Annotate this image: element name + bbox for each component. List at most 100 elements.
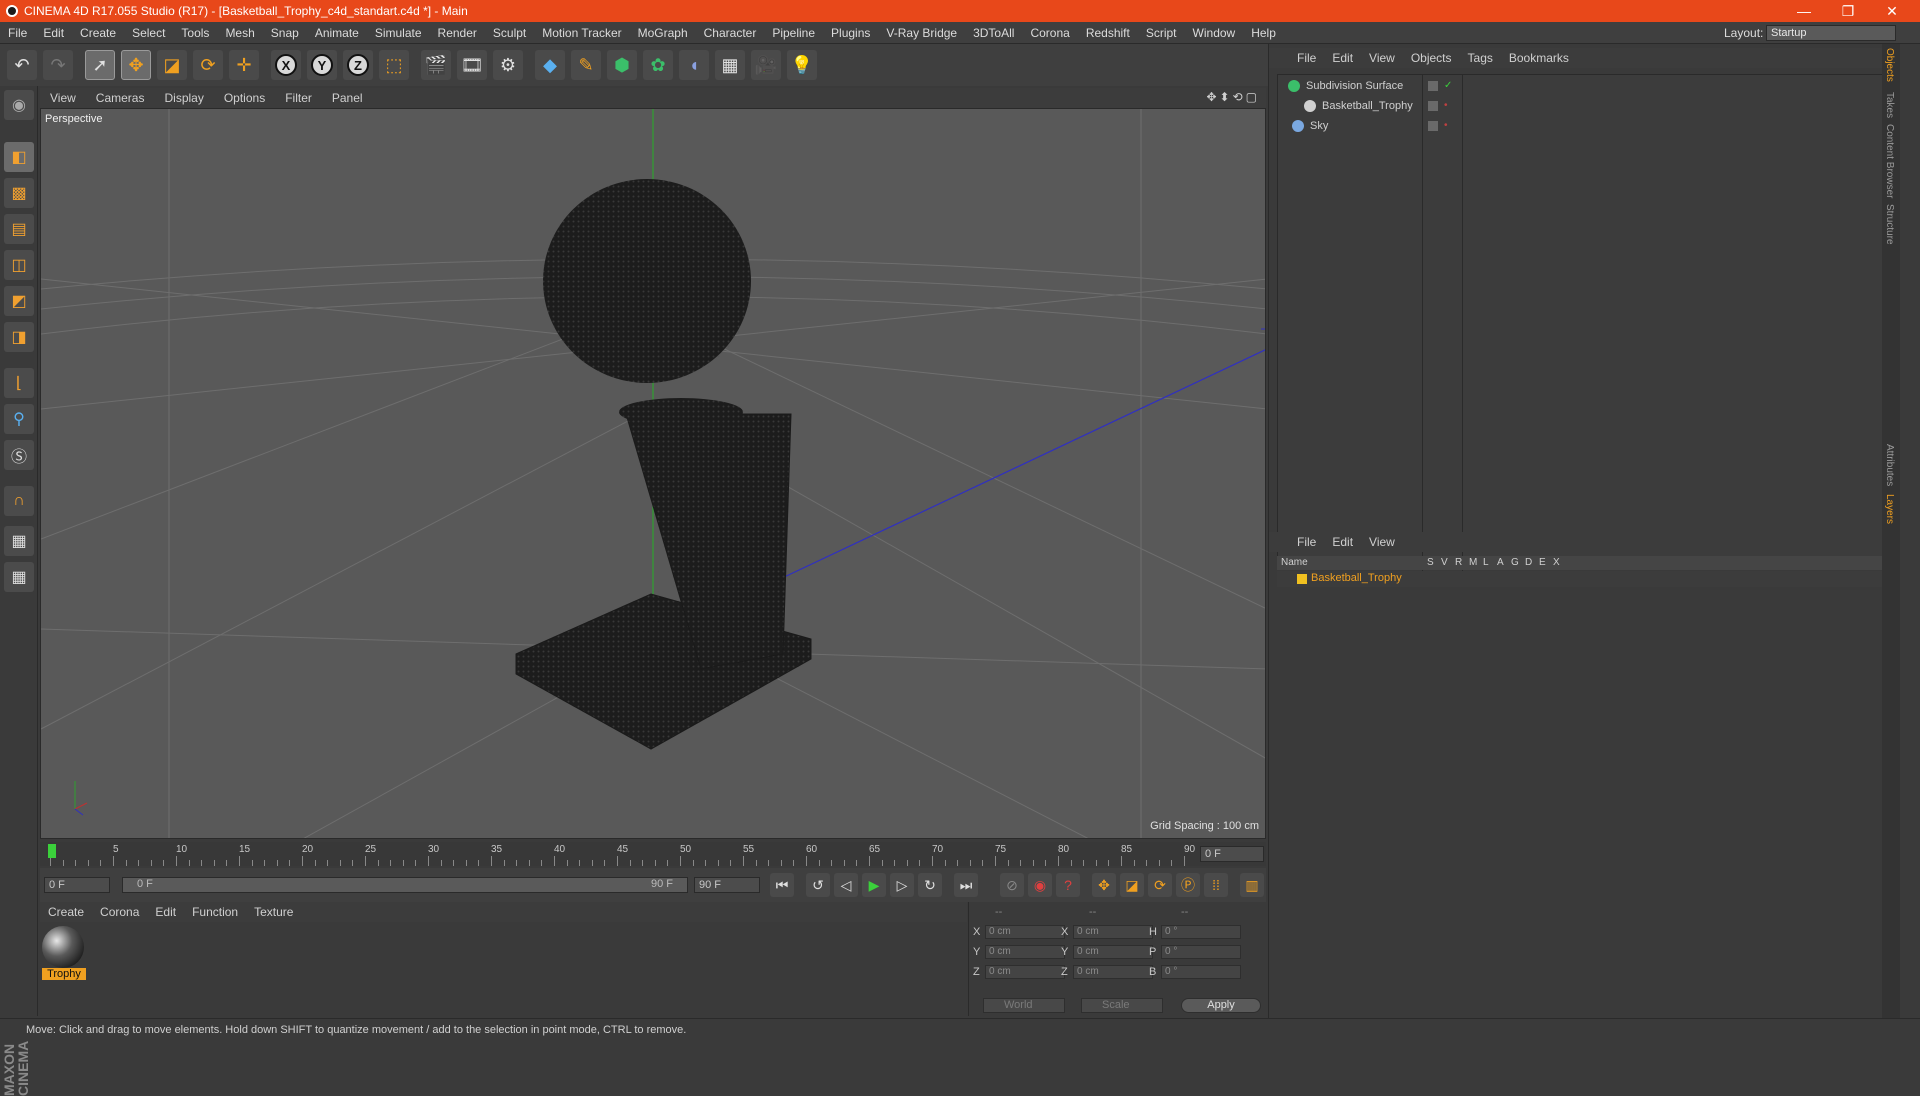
layer-visibility-icon[interactable] (1428, 121, 1438, 131)
menu-render[interactable]: Render (430, 22, 485, 44)
close-icon[interactable]: ✕ (1872, 0, 1912, 22)
viewport-menu-view[interactable]: View (40, 91, 86, 105)
coordinate-system-button[interactable]: ⬚ (379, 50, 409, 80)
layer-row[interactable]: Basketball_Trophy (1277, 571, 1885, 587)
menu-snap[interactable]: Snap (263, 22, 307, 44)
start-frame-field[interactable]: 0 F (44, 877, 110, 893)
coord-value-field[interactable]: 0 cm (985, 965, 1065, 979)
current-frame-field[interactable]: 0 F (1200, 846, 1264, 862)
object-row[interactable]: Subdivision Surface ✓ (1278, 77, 1884, 95)
menu-mesh[interactable]: Mesh (217, 22, 262, 44)
viewport-menu-options[interactable]: Options (214, 91, 275, 105)
menu-mograph[interactable]: MoGraph (630, 22, 696, 44)
keyframe-selection-button[interactable]: ? (1056, 873, 1080, 897)
side-tab-attributes[interactable]: Attributes (1884, 444, 1895, 486)
workplane-rotate-button[interactable]: ▦ (4, 562, 34, 592)
side-tab-structure[interactable]: Structure (1884, 204, 1895, 245)
layer-column-e[interactable]: E (1539, 557, 1546, 568)
coordinate-mode-dropdown[interactable]: World (983, 998, 1065, 1013)
layer-column-s[interactable]: S (1427, 557, 1434, 568)
next-key-button[interactable]: ↻ (918, 873, 942, 897)
record-active-objects-button[interactable]: ⊘ (1000, 873, 1024, 897)
coord-value-field[interactable]: 0 ° (1161, 925, 1241, 939)
menu-simulate[interactable]: Simulate (367, 22, 430, 44)
viewport-menu-cameras[interactable]: Cameras (86, 91, 155, 105)
material-menu-texture[interactable]: Texture (246, 905, 301, 919)
last-tool-button[interactable]: ✛ (229, 50, 259, 80)
tweak-mode-button[interactable]: ⚲ (4, 404, 34, 434)
viewport-menu-filter[interactable]: Filter (275, 91, 322, 105)
object-row[interactable]: Basketball_Trophy • (1278, 97, 1884, 115)
edges-mode-button[interactable]: ◩ (4, 286, 34, 316)
material-menu-corona[interactable]: Corona (92, 905, 147, 919)
y-axis-lock-button[interactable]: Y (307, 50, 337, 80)
viewport-menu-display[interactable]: Display (154, 91, 213, 105)
timeline-ruler[interactable]: 051015202530354045505560657075808590 0 F (40, 842, 1266, 866)
size-mode-dropdown[interactable]: Scale (1081, 998, 1163, 1013)
side-tab-layers[interactable]: Layers (1884, 494, 1895, 524)
key-rotation-button[interactable]: ⟳ (1148, 873, 1172, 897)
menu-v-ray-bridge[interactable]: V-Ray Bridge (878, 22, 965, 44)
material-thumbnail[interactable]: Trophy (42, 926, 86, 980)
layer-menu-view[interactable]: View (1361, 535, 1403, 549)
render-dot-icon[interactable]: • (1444, 117, 1448, 135)
layer-column-l[interactable]: L (1483, 557, 1489, 568)
deformer-button[interactable]: ◖ (679, 50, 709, 80)
key-position-button[interactable]: ✥ (1092, 873, 1116, 897)
menu-animate[interactable]: Animate (307, 22, 367, 44)
cloner-button[interactable]: ✿ (643, 50, 673, 80)
material-menu-create[interactable]: Create (40, 905, 92, 919)
layer-visibility-icon[interactable] (1428, 81, 1438, 91)
object-menu-edit[interactable]: Edit (1324, 51, 1361, 65)
object-row[interactable]: Sky • (1278, 117, 1884, 135)
menu-motion-tracker[interactable]: Motion Tracker (534, 22, 629, 44)
subdivision-surface-button[interactable]: ⬢ (607, 50, 637, 80)
render-view-button[interactable]: 🎬 (421, 50, 451, 80)
object-menu-tags[interactable]: Tags (1460, 51, 1501, 65)
menu-edit[interactable]: Edit (35, 22, 72, 44)
viewport-navigation-icons[interactable]: ✥⬍⟲▢ (1206, 90, 1260, 104)
workplane-mode-button[interactable]: ▤ (4, 214, 34, 244)
menu-plugins[interactable]: Plugins (823, 22, 878, 44)
camera-button[interactable]: 🎥 (751, 50, 781, 80)
object-menu-file[interactable]: File (1289, 51, 1324, 65)
model-mode-button[interactable]: ◧ (4, 142, 34, 172)
menu-redshift[interactable]: Redshift (1078, 22, 1138, 44)
go-to-end-button[interactable]: ⏭ (954, 873, 978, 897)
solo-button[interactable]: Ⓢ (4, 440, 34, 470)
menu-corona[interactable]: Corona (1022, 22, 1077, 44)
make-editable-button[interactable]: ◉ (4, 90, 34, 120)
object-menu-view[interactable]: View (1361, 51, 1403, 65)
light-button[interactable]: 💡 (787, 50, 817, 80)
layer-column-v[interactable]: V (1441, 557, 1448, 568)
side-tab-objects[interactable]: Objects (1884, 48, 1895, 82)
spline-pen-button[interactable]: ✎ (571, 50, 601, 80)
snap-button[interactable]: ∩ (4, 486, 34, 516)
menu-tools[interactable]: Tools (173, 22, 217, 44)
scale-tool-button[interactable]: ◪ (157, 50, 187, 80)
redo-button[interactable]: ↷ (43, 50, 73, 80)
coord-value-field[interactable]: 0 cm (985, 945, 1065, 959)
menu-character[interactable]: Character (696, 22, 765, 44)
range-slider[interactable]: 0 F 90 F (122, 877, 688, 893)
move-tool-button[interactable]: ✥ (121, 50, 151, 80)
menu-file[interactable]: File (0, 22, 35, 44)
coord-value-field[interactable]: 0 cm (985, 925, 1065, 939)
coord-value-field[interactable]: 0 ° (1161, 965, 1241, 979)
layout-dropdown[interactable]: Startup (1766, 25, 1896, 41)
playhead-marker[interactable] (48, 844, 56, 858)
object-menu-bookmarks[interactable]: Bookmarks (1501, 51, 1577, 65)
object-menu-objects[interactable]: Objects (1403, 51, 1460, 65)
coord-value-field[interactable]: 0 cm (1073, 965, 1153, 979)
texture-mode-button[interactable]: ▩ (4, 178, 34, 208)
menu-create[interactable]: Create (72, 22, 124, 44)
layer-column-x[interactable]: X (1553, 557, 1560, 568)
coord-value-field[interactable]: 0 ° (1161, 945, 1241, 959)
render-settings-button[interactable]: ⚙ (493, 50, 523, 80)
key-scale-button[interactable]: ◪ (1120, 873, 1144, 897)
points-mode-button[interactable]: ◫ (4, 250, 34, 280)
side-tab-content-browser[interactable]: Content Browser (1884, 124, 1895, 198)
viewport-menu-panel[interactable]: Panel (322, 91, 373, 105)
previous-key-button[interactable]: ↺ (806, 873, 830, 897)
workplane-lock-button[interactable]: ▦ (4, 526, 34, 556)
